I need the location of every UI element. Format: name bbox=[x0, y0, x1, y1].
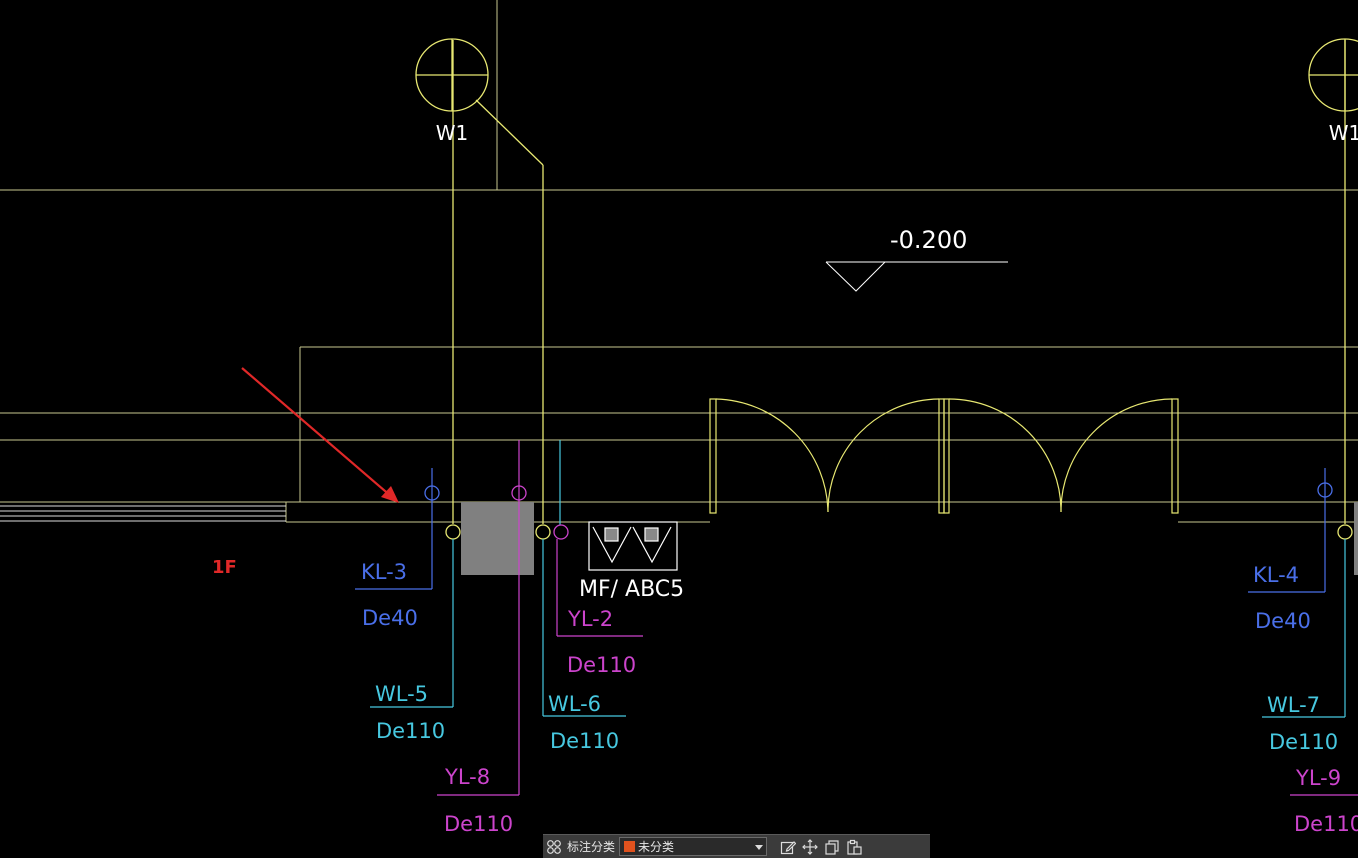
vertical-pipes bbox=[452, 40, 1346, 524]
fire-extinguisher-symbol: MF/ ABC5 bbox=[579, 521, 684, 602]
right-column bbox=[1354, 502, 1358, 575]
category-selected-value: 未分类 bbox=[638, 840, 675, 854]
w1-symbol-right: W1 bbox=[1308, 38, 1358, 145]
w1-label-right: W1 bbox=[1329, 121, 1358, 145]
pipe-wl6[interactable]: WL-6 De110 bbox=[535, 524, 626, 753]
cad-canvas[interactable]: W1 W1 -0.200 MF/ ABC5 KL-3 De40 WL-5 De1… bbox=[0, 0, 1358, 857]
kl4-name: KL-4 bbox=[1253, 563, 1299, 587]
category-label: 标注分类 bbox=[567, 840, 616, 854]
copy-icon[interactable] bbox=[821, 836, 843, 858]
elevation-label: -0.200 bbox=[890, 226, 967, 254]
group-icon[interactable] bbox=[543, 836, 565, 858]
pipe-kl4[interactable]: KL-4 De40 bbox=[1248, 468, 1333, 633]
kl3-name: KL-3 bbox=[361, 560, 407, 584]
wl7-name: WL-7 bbox=[1267, 693, 1320, 717]
category-select[interactable]: 未分类 bbox=[619, 837, 768, 856]
w1-symbol-left: W1 bbox=[415, 38, 489, 145]
w1-label-left: W1 bbox=[436, 121, 469, 145]
yl9-size: De110 bbox=[1294, 812, 1358, 836]
yl2-size: De110 bbox=[567, 653, 636, 677]
corridor-lines bbox=[0, 505, 286, 522]
door-symbols bbox=[709, 398, 1179, 514]
chevron-down-icon bbox=[752, 843, 766, 851]
edit-icon[interactable] bbox=[777, 836, 799, 858]
pipe-kl3[interactable]: KL-3 De40 bbox=[355, 468, 440, 630]
equipment-label: MF/ ABC5 bbox=[579, 577, 684, 602]
kl3-size: De40 bbox=[362, 606, 418, 630]
kl4-size: De40 bbox=[1255, 609, 1311, 633]
elevation-mark: -0.200 bbox=[825, 226, 1008, 292]
yl8-size: De110 bbox=[444, 812, 513, 836]
yl9-name: YL-9 bbox=[1295, 766, 1341, 790]
wl5-size: De110 bbox=[376, 719, 445, 743]
pipe-yl8[interactable]: YL-8 De110 bbox=[437, 440, 527, 836]
wl7-size: De110 bbox=[1269, 730, 1338, 754]
wl6-name: WL-6 bbox=[548, 692, 601, 716]
pipe-yl2[interactable]: YL-2 De110 bbox=[553, 440, 643, 677]
yl2-name: YL-2 bbox=[567, 607, 613, 631]
move-icon[interactable] bbox=[799, 836, 821, 858]
red-arrow-annotation bbox=[241, 367, 399, 503]
floor-label: 1F bbox=[212, 557, 237, 578]
pipe-yl9[interactable]: YL-9 De110 bbox=[1290, 766, 1358, 836]
pipe-wl5[interactable]: WL-5 De110 bbox=[370, 524, 461, 743]
category-color-swatch bbox=[624, 841, 636, 852]
yl8-name: YL-8 bbox=[444, 765, 490, 789]
wl5-name: WL-5 bbox=[375, 682, 428, 706]
wl6-size: De110 bbox=[550, 729, 619, 753]
wall-lines bbox=[0, 0, 1358, 523]
structural-column bbox=[461, 502, 534, 575]
annotation-toolbar: 标注分类 未分类 bbox=[543, 834, 930, 858]
paste-icon[interactable] bbox=[843, 836, 865, 858]
pipe-wl7[interactable]: WL-7 De110 bbox=[1262, 524, 1353, 754]
